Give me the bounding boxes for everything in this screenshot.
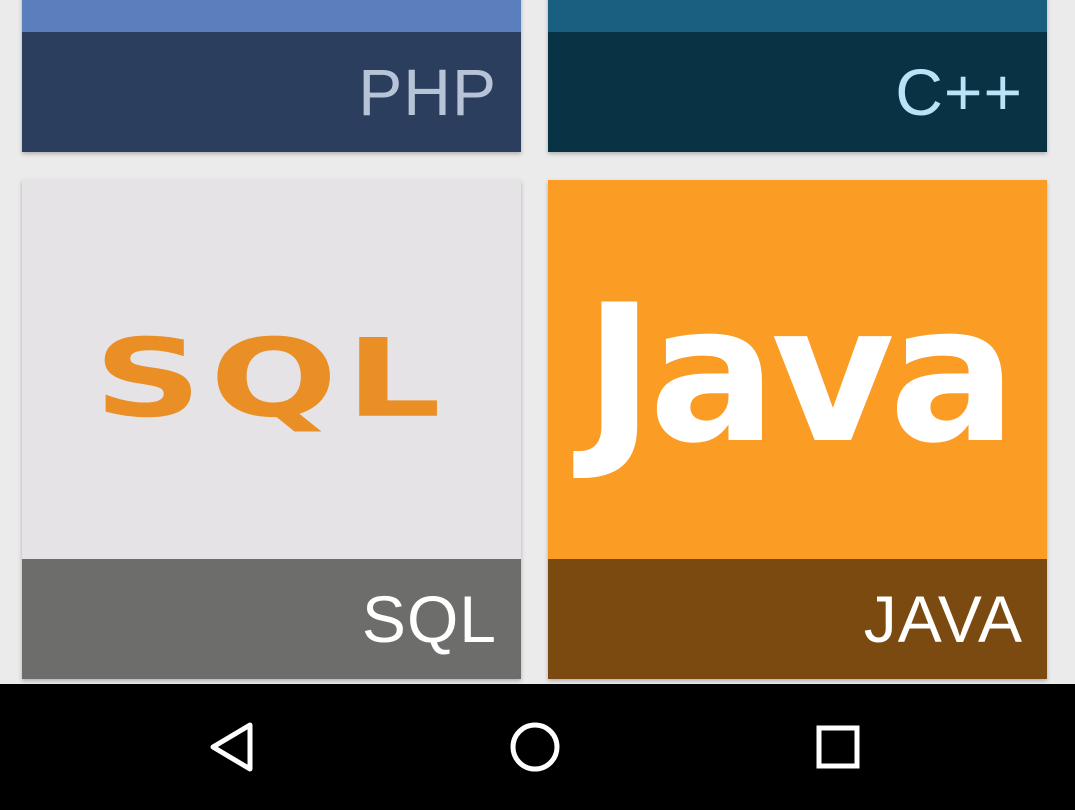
php-artwork xyxy=(22,0,521,32)
cpp-artwork xyxy=(548,0,1047,32)
java-artwork: Java xyxy=(548,180,1047,559)
cpp-caption: C++ xyxy=(548,32,1047,152)
course-tile-java[interactable]: Java JAVA xyxy=(548,180,1047,679)
php-caption: PHP xyxy=(22,32,521,152)
screen: PHP C++ SQL SQL Java JAVA xyxy=(0,0,1075,810)
back-button[interactable] xyxy=(203,717,263,777)
course-tile-sql[interactable]: SQL SQL xyxy=(22,180,521,679)
circle-home-icon xyxy=(510,722,560,772)
course-tile-cpp[interactable]: C++ xyxy=(548,0,1047,152)
course-tile-php[interactable]: PHP xyxy=(22,0,521,152)
system-navigation-bar xyxy=(0,684,1075,810)
java-logo: Java xyxy=(584,264,1017,485)
java-caption: JAVA xyxy=(548,559,1047,679)
triangle-back-icon xyxy=(210,722,253,772)
sql-artwork: SQL xyxy=(22,180,521,559)
square-recents-icon xyxy=(816,725,860,769)
recents-button[interactable] xyxy=(808,717,868,777)
sql-logo: SQL xyxy=(93,315,450,442)
sql-caption: SQL xyxy=(22,559,521,679)
home-button[interactable] xyxy=(505,717,565,777)
